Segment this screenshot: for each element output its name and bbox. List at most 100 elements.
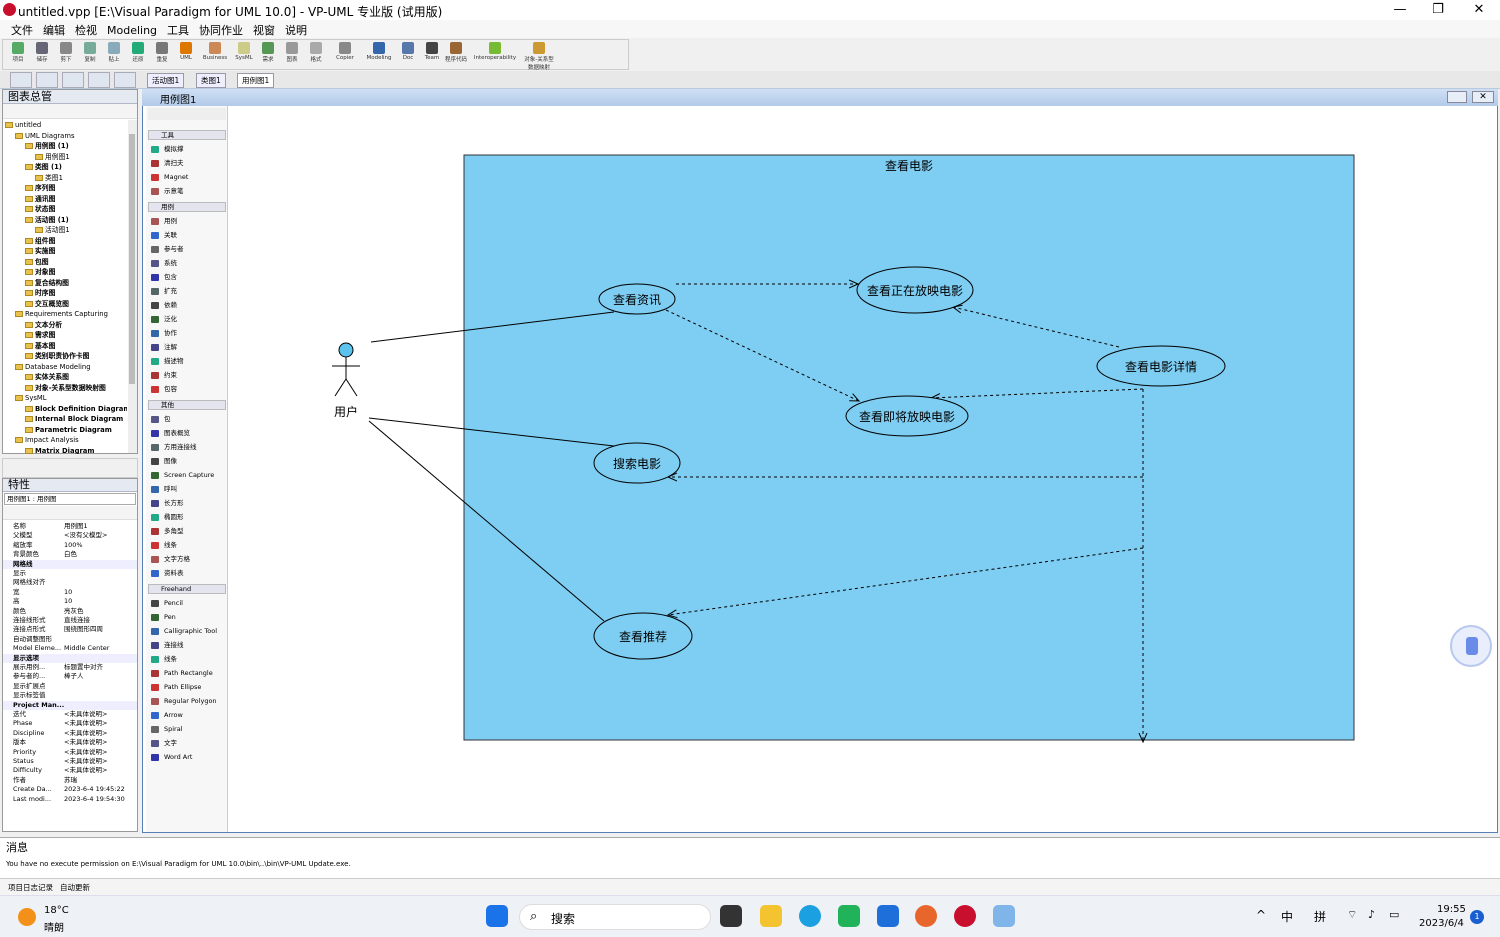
palette-item[interactable]: 协作 (150, 327, 226, 340)
battery-icon[interactable]: ▭ (1389, 908, 1399, 921)
task-view-icon[interactable] (720, 905, 742, 927)
menu-item[interactable]: 说明 (280, 20, 312, 40)
palette-group-header[interactable]: 用例 (148, 202, 226, 212)
property-row[interactable]: 宽 10 (3, 588, 137, 597)
palette-item[interactable]: 清扫夫 (150, 157, 226, 170)
tree-item[interactable]: 交互概览图 (25, 299, 69, 309)
toolbar-button[interactable]: 贴上 (102, 40, 126, 70)
tree-item[interactable]: 对象-关系型数据映射图 (25, 383, 106, 393)
tree-item[interactable]: Impact Analysis (15, 435, 79, 445)
toolbar-button[interactable]: 剪下 (54, 40, 78, 70)
actor-user[interactable] (332, 342, 360, 397)
tree-item[interactable]: 实体关系图 (25, 372, 69, 382)
tree-item[interactable]: 对象图 (25, 267, 55, 277)
palette-item[interactable]: 椭圆形 (150, 511, 226, 524)
tree-item[interactable]: 组件图 (25, 236, 55, 246)
toolbar-button[interactable]: UML (174, 40, 198, 70)
toolbar-button[interactable]: 需求 (256, 40, 280, 70)
tree-item[interactable]: 类图 (1) (25, 162, 62, 172)
property-row[interactable]: 高 10 (3, 597, 137, 606)
property-row[interactable]: 网格线对齐 (3, 578, 137, 587)
property-row[interactable]: Model Eleme... Middle Center (3, 644, 137, 653)
property-row[interactable]: 显示标签值 (3, 691, 137, 700)
palette-group-header[interactable]: Freehand (148, 584, 226, 594)
restore-diagram-button[interactable] (1447, 91, 1467, 103)
taskbar-search[interactable]: ⌕ 搜索 (519, 904, 711, 930)
tree-scrollbar[interactable] (128, 120, 137, 453)
tree-item[interactable]: 基本图 (25, 341, 55, 351)
palette-item[interactable]: 文字方格 (150, 553, 226, 566)
palette-item[interactable]: Screen Capture (150, 469, 226, 482)
palette-item[interactable]: 连接线 (150, 639, 226, 652)
tree-item[interactable]: 用例图 (1) (25, 141, 69, 151)
tree-item[interactable]: 时序图 (25, 288, 55, 298)
palette-item[interactable]: 系统 (150, 257, 226, 270)
property-row[interactable]: 颜色 亮灰色 (3, 607, 137, 616)
floating-assistant-button[interactable] (1450, 625, 1492, 667)
palette-item[interactable]: 约束 (150, 369, 226, 382)
file-explorer-icon[interactable] (760, 905, 782, 927)
palette-item[interactable]: Pen (150, 611, 226, 624)
palette-item[interactable]: 图像 (150, 455, 226, 468)
tree-item[interactable]: 包图 (25, 257, 49, 267)
tree-item[interactable]: 通讯图 (25, 194, 55, 204)
doc-tab-usecase[interactable]: 用例图1 (237, 73, 275, 88)
palette-item[interactable]: 用例 (150, 215, 226, 228)
palette-item[interactable]: 图表概览 (150, 427, 226, 440)
close-button[interactable]: ✕ (1464, 1, 1494, 19)
menu-item[interactable]: 编辑 (38, 20, 70, 40)
toolbar-button[interactable]: Business (198, 40, 232, 70)
visual-paradigm-icon[interactable] (954, 905, 976, 927)
property-row[interactable]: 展示用例... 标题置中对齐 (3, 663, 137, 672)
menu-item[interactable]: 文件 (6, 20, 38, 40)
diagram-canvas[interactable]: 查看电影 用户 查看资讯 查看正在放映电影 查看即将放映电影 查看电影详情 搜索… (229, 106, 1497, 832)
notification-badge[interactable]: 1 (1470, 910, 1484, 924)
clock-time[interactable]: 19:55 (1437, 904, 1466, 915)
property-row[interactable]: 连接线形式 直线连接 (3, 616, 137, 625)
tree-item[interactable]: untitled (5, 120, 41, 130)
tree-item[interactable]: 复合结构图 (25, 278, 69, 288)
tab-auto-update[interactable]: 自动更新 (60, 882, 90, 893)
toolbar-button[interactable]: SysML (232, 40, 256, 70)
palette-item[interactable]: Path Rectangle (150, 667, 226, 680)
wifi-icon[interactable]: ⌔ (1347, 908, 1357, 922)
property-row[interactable]: 连接点形式 围绕图形四周 (3, 625, 137, 634)
tree-item[interactable]: 实施图 (25, 246, 55, 256)
ime-pinyin[interactable]: 拼 (1314, 908, 1326, 925)
tree-item[interactable]: 文本分析 (25, 320, 62, 330)
toolbar-button[interactable]: 图表 (280, 40, 304, 70)
store-icon[interactable] (838, 905, 860, 927)
menu-item[interactable]: 工具 (162, 20, 194, 40)
tree-item[interactable]: SysML (15, 393, 47, 403)
weather-desc[interactable]: 晴朗 (44, 919, 64, 934)
palette-item[interactable]: Path Ellipse (150, 681, 226, 694)
tree-item[interactable]: 类图1 (35, 173, 63, 183)
palette-item[interactable]: 包含 (150, 271, 226, 284)
toolbar-button[interactable]: 还原 (126, 40, 150, 70)
palette-item[interactable]: 线条 (150, 539, 226, 552)
tree-item[interactable]: 需求图 (25, 330, 55, 340)
toolbar-button[interactable]: Interoperability (468, 40, 522, 70)
firefox-icon[interactable] (915, 905, 937, 927)
property-category[interactable]: 显示选项 (3, 653, 137, 663)
palette-item[interactable]: Regular Polygon (150, 695, 226, 708)
palette-item[interactable]: 长方形 (150, 497, 226, 510)
property-row[interactable]: 作者 苏瑞 (3, 776, 137, 785)
palette-item[interactable]: 模拟撑 (150, 143, 226, 156)
tree-item[interactable]: Matrix Diagram (25, 446, 94, 454)
palette-item[interactable]: 描述物 (150, 355, 226, 368)
properties-selector[interactable]: 用例图1 : 用例图 (4, 493, 136, 505)
palette-item[interactable]: 多角型 (150, 525, 226, 538)
palette-item[interactable]: Calligraphic Tool (150, 625, 226, 638)
chevron-up-icon[interactable]: ^ (1256, 908, 1266, 922)
toolbar-button[interactable]: 程序代码 (444, 40, 468, 70)
doc-tab-class[interactable]: 类图1 (196, 73, 226, 88)
property-row[interactable]: 迭代 <未具体说明> (3, 710, 137, 719)
property-row[interactable]: Last modi... 2023-6-4 19:54:30 (3, 795, 137, 804)
toolbar-button[interactable]: Doc (396, 40, 420, 70)
toolbar-button[interactable]: 重复 (150, 40, 174, 70)
toolbar-button[interactable]: Copier (328, 40, 362, 70)
clock-date[interactable]: 2023/6/4 (1419, 918, 1464, 929)
ime-mode[interactable]: 中 (1281, 908, 1293, 925)
tree-item[interactable]: UML Diagrams (15, 131, 75, 141)
